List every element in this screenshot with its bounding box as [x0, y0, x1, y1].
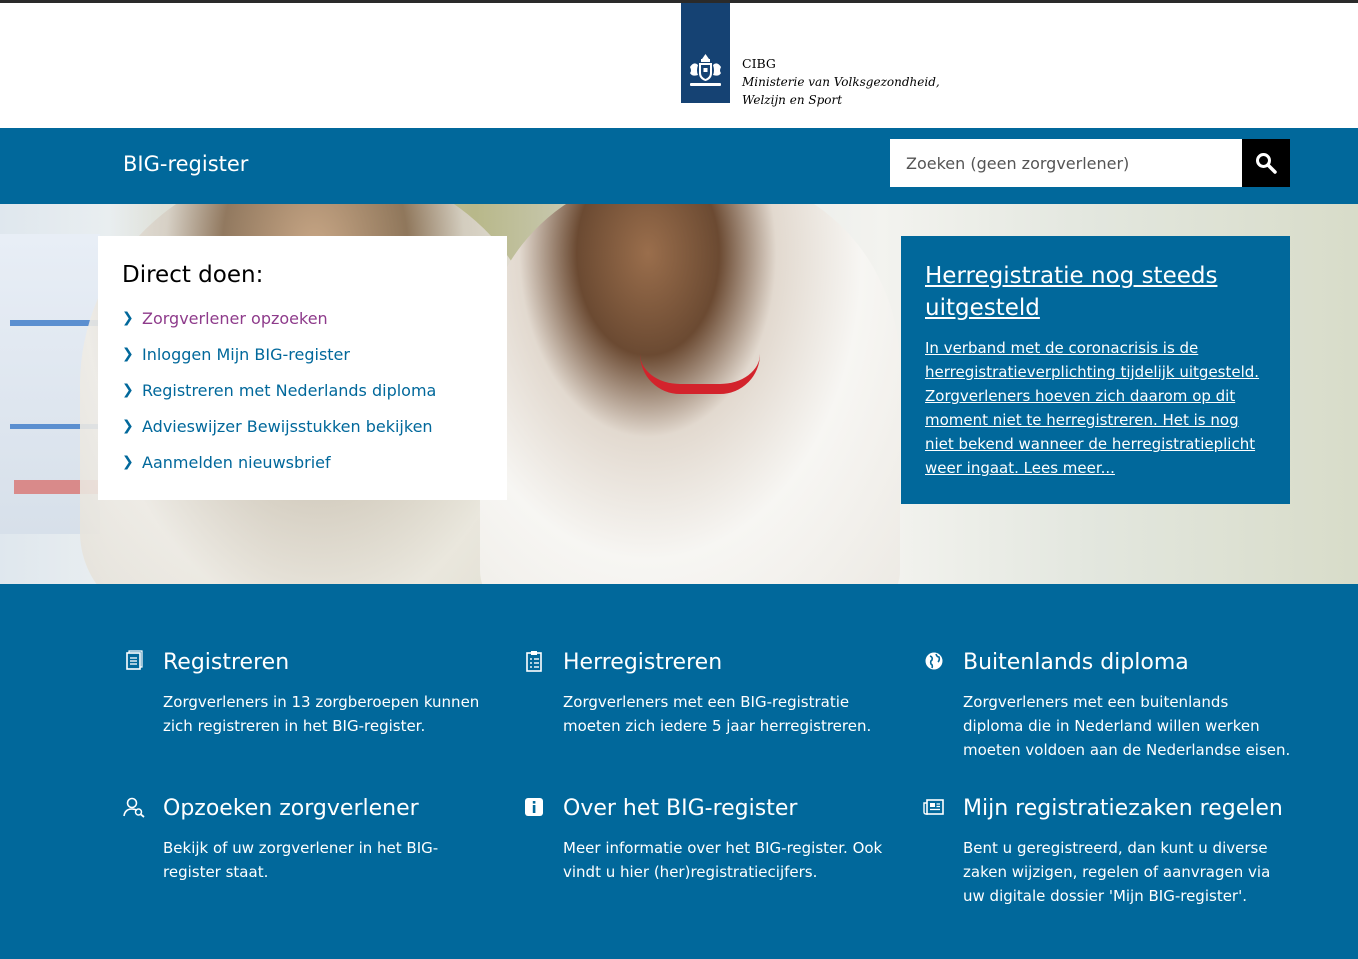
ministry-logo-text: CIBG Ministerie van Volksgezondheid, Wel…	[742, 55, 940, 109]
tile-title[interactable]: Mijn registratiezaken regelen	[963, 796, 1283, 821]
direct-link-inloggen[interactable]: ❯ Inloggen Mijn BIG-register	[122, 344, 436, 380]
news-panel: Herregistratie nog steeds uitgesteld In …	[901, 236, 1290, 504]
tile-description: Zorgverleners met een buitenlands diplom…	[963, 693, 1291, 759]
site-header-bar: BIG-register	[0, 128, 1358, 204]
direct-link-advieswijzer[interactable]: ❯ Advieswijzer Bewijsstukken bekijken	[122, 416, 436, 452]
chevron-right-icon: ❯	[122, 454, 134, 470]
direct-doen-panel: Direct doen: ❯ Zorgverlener opzoeken ❯ I…	[98, 236, 507, 500]
tile-title[interactable]: Over het BIG-register	[563, 796, 797, 821]
person-search-icon	[123, 797, 145, 818]
logo-header: CIBG Ministerie van Volksgezondheid, Wel…	[0, 3, 1358, 128]
tile-title[interactable]: Registreren	[163, 650, 289, 675]
tile-title[interactable]: Herregistreren	[563, 650, 722, 675]
direct-link-label: Registreren met Nederlands diploma	[142, 381, 437, 400]
chevron-right-icon: ❯	[122, 418, 134, 434]
site-title-link[interactable]: BIG-register	[123, 152, 248, 176]
hero-section: Direct doen: ❯ Zorgverlener opzoeken ❯ I…	[0, 204, 1358, 584]
document-icon	[126, 650, 143, 670]
hero-background-nurse	[480, 204, 900, 584]
direct-link-label: Zorgverlener opzoeken	[142, 309, 328, 328]
direct-link-label: Advieswijzer Bewijsstukken bekijken	[142, 417, 433, 436]
tile-title[interactable]: Buitenlands diploma	[963, 650, 1189, 675]
direct-link-label: Aanmelden nieuwsbrief	[142, 453, 331, 472]
news-title-link[interactable]: Herregistratie nog steeds uitgesteld	[925, 260, 1265, 324]
direct-link-nieuwsbrief[interactable]: ❯ Aanmelden nieuwsbrief	[122, 452, 436, 488]
logo-link[interactable]	[681, 3, 730, 103]
direct-link-zorgverlener-opzoeken[interactable]: ❯ Zorgverlener opzoeken	[122, 308, 436, 344]
ministry-line-2: Welzijn en Sport	[742, 93, 843, 107]
royal-coat-of-arms-icon	[690, 54, 721, 86]
tile-title[interactable]: Opzoeken zorgverlener	[163, 796, 419, 821]
tile-description: Bekijk of uw zorgverlener in het BIG-reg…	[163, 839, 439, 881]
org-name: CIBG	[742, 56, 776, 71]
news-body-link[interactable]: In verband met de coronacrisis is de her…	[925, 336, 1270, 480]
tile-description: Zorgverleners in 13 zorgberoepen kunnen …	[163, 693, 480, 735]
globe-icon	[925, 652, 943, 670]
tile-description: Bent u geregistreerd, dan kunt u diverse…	[963, 839, 1271, 905]
newspaper-icon	[923, 799, 944, 815]
search-button[interactable]	[1242, 139, 1290, 187]
ministry-line-1: Ministerie van Volksgezondheid,	[742, 75, 940, 89]
direct-doen-list: ❯ Zorgverlener opzoeken ❯ Inloggen Mijn …	[122, 308, 436, 488]
chevron-right-icon: ❯	[122, 310, 134, 326]
service-tiles-section: Registreren Zorgverleners in 13 zorgbero…	[0, 584, 1358, 959]
search-input[interactable]	[890, 139, 1242, 187]
search-icon	[1256, 153, 1277, 174]
info-icon	[525, 798, 543, 816]
tile-description: Zorgverleners met een BIG-registratie mo…	[563, 693, 872, 735]
tile-description: Meer informatie over het BIG-register. O…	[563, 839, 883, 881]
clipboard-icon	[526, 651, 542, 672]
direct-link-label: Inloggen Mijn BIG-register	[142, 345, 350, 364]
chevron-right-icon: ❯	[122, 382, 134, 398]
chevron-right-icon: ❯	[122, 346, 134, 362]
direct-link-registreren[interactable]: ❯ Registreren met Nederlands diploma	[122, 380, 436, 416]
direct-doen-heading: Direct doen:	[122, 262, 264, 288]
